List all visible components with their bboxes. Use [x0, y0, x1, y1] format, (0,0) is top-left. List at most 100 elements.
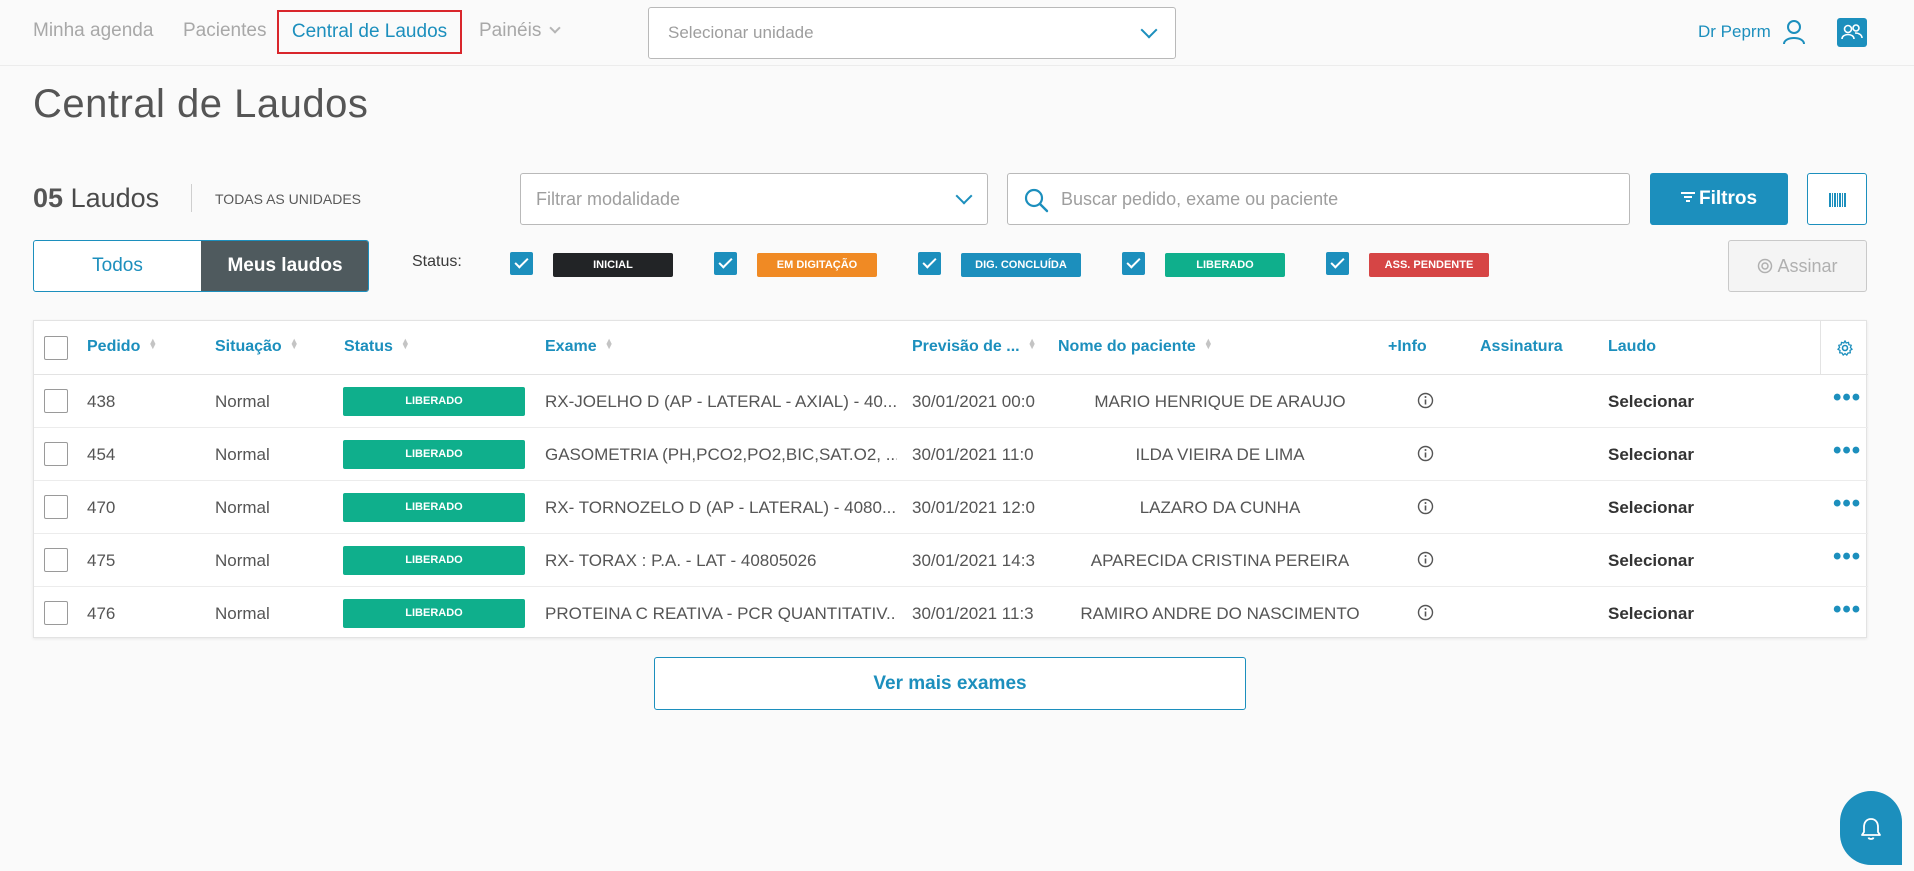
cell-situacao: Normal [215, 392, 270, 411]
nav-paineis[interactable]: Painéis [479, 20, 561, 42]
filtros-button[interactable]: Filtros [1650, 173, 1788, 225]
more-options-icon[interactable]: ••• [1833, 543, 1861, 571]
table-row[interactable]: 476 Normal LIBERADO PROTEINA C REATIVA -… [34, 587, 1868, 640]
cell-exame: RX-JOELHO D (AP - LATERAL - AXIAL) - 40.… [545, 392, 897, 411]
info-icon[interactable] [1417, 604, 1434, 621]
col-exame[interactable]: Exame ▲ ▼ [545, 337, 614, 356]
col-situacao[interactable]: Situação ▲ ▼ [215, 337, 299, 356]
col-previsao-label: Previsão de ... [912, 338, 1020, 355]
laudo-selecionar[interactable]: Selecionar [1608, 604, 1694, 624]
status-badge: LIBERADO [343, 546, 525, 575]
chevron-down-icon [955, 187, 973, 205]
chevron-down-icon [549, 22, 561, 34]
select-all-checkbox[interactable] [44, 336, 68, 360]
barcode-button[interactable] [1807, 173, 1867, 225]
ver-mais-exames-button[interactable]: Ver mais exames [654, 657, 1246, 710]
assinar-button[interactable]: Assinar [1728, 240, 1867, 292]
status-badge: LIBERADO [343, 440, 525, 469]
cell-exame: GASOMETRIA (PH,PCO2,PO2,BIC,SAT.O2, ... [545, 445, 897, 464]
col-pedido[interactable]: Pedido ▲ ▼ [87, 336, 158, 356]
segment-control: Todos Meus laudos [33, 240, 369, 292]
status-badge: LIBERADO [343, 599, 525, 628]
row-checkbox[interactable] [44, 389, 68, 413]
status-tag-em-digitacao: EM DIGITAÇÃO [757, 253, 877, 277]
divider [191, 184, 192, 212]
table-row[interactable]: 438 Normal LIBERADO RX-JOELHO D (AP - LA… [34, 375, 1868, 428]
cell-pedido: 470 [87, 498, 116, 517]
more-options-icon[interactable]: ••• [1833, 490, 1861, 518]
nav-paineis-label: Painéis [479, 20, 542, 41]
cell-situacao: Normal [215, 498, 270, 517]
unidade-select[interactable]: Selecionar unidade [648, 7, 1176, 59]
status-checkbox-dig-concluida[interactable] [918, 252, 941, 275]
user-icon[interactable] [1782, 19, 1806, 45]
cell-previsao: 30/01/2021 11:3 [912, 604, 1034, 623]
users-switch-icon[interactable] [1837, 18, 1867, 47]
cell-paciente: ILDA VIEIRA DE LIMA [1135, 445, 1305, 464]
nav-minha-agenda[interactable]: Minha agenda [33, 20, 153, 42]
sort-icon: ▲ ▼ [1027, 336, 1037, 351]
cell-previsao: 30/01/2021 00:0 [912, 392, 1035, 411]
cell-situacao: Normal [215, 604, 270, 623]
laudos-count-number: 05 [33, 183, 64, 213]
table-row[interactable]: 475 Normal LIBERADO RX- TORAX : P.A. - L… [34, 534, 1868, 587]
laudo-selecionar[interactable]: Selecionar [1608, 392, 1694, 412]
info-icon[interactable] [1417, 392, 1434, 409]
status-tag-ass-pendente: ASS. PENDENTE [1369, 253, 1489, 277]
sort-icon: ▲ ▼ [400, 336, 410, 351]
info-icon[interactable] [1417, 551, 1434, 568]
sort-icon: ▲ ▼ [148, 336, 158, 351]
assinar-label: Assinar [1777, 256, 1838, 276]
laudos-table: Pedido ▲ ▼ Situação ▲ ▼ Status ▲ ▼ Exame ▲ ▼ Pre… [33, 320, 1868, 640]
row-checkbox[interactable] [44, 548, 68, 572]
search-icon [1024, 188, 1049, 213]
col-info: +Info [1388, 338, 1427, 355]
gear-icon[interactable] [1837, 340, 1853, 356]
col-previsao[interactable]: Previsão de ... ▲ ▼ [912, 336, 1037, 356]
status-badge: LIBERADO [343, 387, 525, 416]
notifications-button[interactable] [1840, 791, 1902, 865]
nav-pacientes[interactable]: Pacientes [183, 20, 266, 42]
segment-todos[interactable]: Todos [34, 241, 201, 291]
col-paciente-label: Nome do paciente [1058, 338, 1196, 355]
row-checkbox[interactable] [44, 442, 68, 466]
more-options-icon[interactable]: ••• [1833, 596, 1861, 624]
col-status[interactable]: Status ▲ ▼ [344, 336, 410, 356]
laudos-count: 05 Laudos [33, 183, 159, 214]
user-name[interactable]: Dr Peprm [1698, 22, 1771, 42]
bell-icon [1861, 818, 1881, 840]
row-checkbox[interactable] [44, 601, 68, 625]
more-options-icon[interactable]: ••• [1833, 437, 1861, 465]
status-tag-inicial: INICIAL [553, 253, 673, 277]
barcode-icon [1829, 193, 1846, 207]
column-divider [1820, 321, 1821, 374]
col-situacao-label: Situação [215, 338, 282, 355]
modalidade-select[interactable]: Filtrar modalidade [520, 173, 988, 225]
status-checkbox-inicial[interactable] [510, 252, 533, 275]
laudo-selecionar[interactable]: Selecionar [1608, 498, 1694, 518]
col-paciente[interactable]: Nome do paciente ▲ ▼ [1058, 337, 1213, 356]
status-badge: LIBERADO [343, 493, 525, 522]
laudo-selecionar[interactable]: Selecionar [1608, 551, 1694, 571]
status-checkbox-em-digitacao[interactable] [714, 252, 737, 275]
status-checkbox-liberado[interactable] [1122, 252, 1145, 275]
laudo-selecionar[interactable]: Selecionar [1608, 445, 1694, 465]
status-tag-dig-concluida: DIG. CONCLUÍDA [961, 253, 1081, 277]
search-input[interactable]: Buscar pedido, exame ou paciente [1007, 173, 1630, 225]
cell-situacao: Normal [215, 551, 270, 570]
table-row[interactable]: 454 Normal LIBERADO GASOMETRIA (PH,PCO2,… [34, 428, 1868, 481]
signature-icon [1758, 258, 1773, 274]
more-options-icon[interactable]: ••• [1833, 384, 1861, 412]
status-tag-liberado: LIBERADO [1165, 253, 1285, 277]
cell-exame: RX- TORAX : P.A. - LAT - 40805026 [545, 551, 817, 570]
cell-paciente: LAZARO DA CUNHA [1139, 498, 1301, 517]
info-icon[interactable] [1417, 498, 1434, 515]
unidade-select-placeholder: Selecionar unidade [668, 23, 814, 42]
row-checkbox[interactable] [44, 495, 68, 519]
segment-meus-laudos[interactable]: Meus laudos [201, 241, 368, 291]
table-row[interactable]: 470 Normal LIBERADO RX- TORNOZELO D (AP … [34, 481, 1868, 534]
cell-paciente: APARECIDA CRISTINA PEREIRA [1090, 551, 1350, 570]
status-checkbox-ass-pendente[interactable] [1326, 252, 1349, 275]
nav-central-de-laudos[interactable]: Central de Laudos [277, 10, 462, 54]
info-icon[interactable] [1417, 445, 1434, 462]
